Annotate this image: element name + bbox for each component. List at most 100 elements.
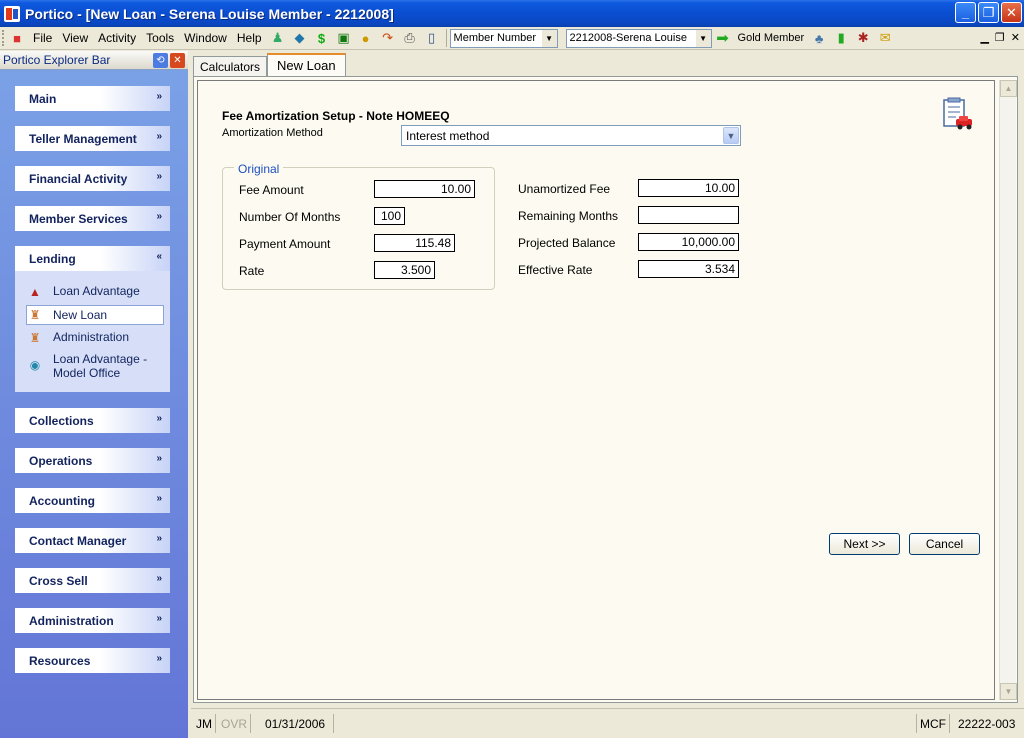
scroll-down-icon[interactable]: ▼ (1000, 683, 1017, 700)
lending-item-loan-advantage[interactable]: ▲ Loan Advantage (27, 284, 140, 302)
rate-field[interactable]: 3.500 (374, 261, 435, 279)
chevron-down-icon[interactable]: » (156, 453, 162, 464)
payment-amount-field[interactable]: 115.48 (374, 234, 455, 252)
chevron-down-icon[interactable]: » (156, 211, 162, 222)
menu-window[interactable]: Window (179, 31, 232, 45)
chevron-down-icon[interactable]: » (156, 533, 162, 544)
chevron-down-icon[interactable]: » (156, 613, 162, 624)
group-label: Administration (29, 613, 114, 628)
remaining-months-field[interactable] (638, 206, 739, 224)
window-title: Portico - [New Loan - Serena Louise Memb… (25, 5, 394, 22)
model-office-line-2: Model Office (53, 366, 121, 380)
alert-icon[interactable]: ✱ (854, 29, 872, 47)
administration-icon: ♜ (29, 331, 41, 345)
lending-panel: ▲ Loan Advantage ♜ New Loan ♜ Administra… (15, 271, 170, 392)
chevron-down-icon[interactable]: ▼ (723, 127, 739, 144)
group-operations[interactable]: Operations » (15, 448, 170, 473)
status-date: 01/31/2006 (257, 714, 335, 733)
bottle-icon[interactable]: ▮ (832, 29, 850, 47)
chevron-up-icon[interactable]: « (156, 251, 162, 262)
redo-arrow-icon[interactable]: ↷ (379, 29, 397, 47)
status-ovr: OVR (218, 714, 252, 733)
tab-calculators[interactable]: Calculators (193, 56, 268, 76)
maximize-button[interactable]: ❐ (978, 2, 999, 23)
group-label: Cross Sell (29, 573, 88, 588)
close-button[interactable]: ✕ (1001, 2, 1022, 23)
chevron-down-icon[interactable]: » (156, 131, 162, 142)
chevron-down-icon[interactable]: » (156, 493, 162, 504)
scroll-up-icon[interactable]: ▲ (1000, 80, 1017, 97)
search-type-combo[interactable]: Member Number ▼ (449, 28, 558, 48)
number-of-months-field[interactable]: 100 (374, 207, 405, 225)
card-icon[interactable]: ◆ (291, 29, 309, 47)
mdi-close-icon[interactable]: ✕ (1011, 31, 1020, 44)
group-financial-activity[interactable]: Financial Activity » (15, 166, 170, 191)
group-cross-sell[interactable]: Cross Sell » (15, 568, 170, 593)
lending-item-label: Loan Advantage - Model Office (53, 352, 147, 380)
menu-bar: ■ File View Activity Tools Window Help ♟… (0, 27, 1024, 50)
chevron-down-icon[interactable]: » (156, 413, 162, 424)
amortization-method-label: Amortization Method (222, 127, 323, 139)
cancel-button[interactable]: Cancel (909, 533, 980, 555)
menu-file[interactable]: File (28, 31, 57, 45)
menu-activity[interactable]: Activity (93, 31, 141, 45)
title-bar: Portico - [New Loan - Serena Louise Memb… (0, 0, 1024, 27)
minimize-button[interactable]: _ (955, 2, 976, 23)
printer-icon[interactable]: ⎙ (401, 29, 419, 47)
form-panel: Fee Amortization Setup - Note HOMEEQ Amo… (197, 80, 995, 700)
chevron-down-icon[interactable]: » (156, 91, 162, 102)
group-lending[interactable]: Lending « (15, 246, 170, 271)
group-contact-manager[interactable]: Contact Manager » (15, 528, 170, 553)
portico-app-icon[interactable] (4, 5, 20, 22)
effective-rate-field[interactable]: 3.534 (638, 260, 739, 278)
group-member-services[interactable]: Member Services » (15, 206, 170, 231)
toolbar-grip[interactable] (2, 30, 6, 46)
chevron-down-icon[interactable]: ▼ (695, 29, 711, 47)
projected-balance-field[interactable]: 10,000.00 (638, 233, 739, 251)
chevron-down-icon[interactable]: » (156, 573, 162, 584)
dollar-icon[interactable]: $ (313, 29, 331, 47)
pin-icon[interactable]: ⟲ (153, 53, 168, 68)
group-resources[interactable]: Resources » (15, 648, 170, 673)
status-mcf: MCF (916, 714, 950, 733)
status-code: 22222-003 (958, 716, 1016, 731)
lending-item-model-office[interactable]: ◉ Loan Advantage - Model Office (27, 352, 147, 384)
group-main[interactable]: Main » (15, 86, 170, 111)
cash-icon[interactable]: ▣ (335, 29, 353, 47)
close-icon[interactable]: ✕ (170, 53, 185, 68)
group-collections[interactable]: Collections » (15, 408, 170, 433)
mdi-minimize-icon[interactable]: ▁ (980, 31, 988, 44)
group-accounting[interactable]: Accounting » (15, 488, 170, 513)
group-administration[interactable]: Administration » (15, 608, 170, 633)
chevron-down-icon[interactable]: » (156, 171, 162, 182)
globe-icon: ◉ (29, 358, 41, 372)
member-select-value: 2212008-Serena Louise (569, 32, 687, 44)
member-select-combo[interactable]: 2212008-Serena Louise ▼ (565, 28, 712, 48)
bag-icon[interactable]: ● (357, 29, 375, 47)
payment-amount-label: Payment Amount (239, 237, 331, 251)
document-icon[interactable]: ▯ (423, 29, 441, 47)
people-icon[interactable]: ♣ (810, 29, 828, 47)
lending-item-label: Loan Advantage (53, 284, 140, 298)
menu-help[interactable]: Help (232, 31, 267, 45)
lending-item-administration[interactable]: ♜ Administration (27, 330, 129, 348)
unamortized-fee-field[interactable]: 10.00 (638, 179, 739, 197)
portico-menu-icon[interactable]: ■ (8, 29, 26, 47)
go-arrow-icon[interactable]: ➡ (714, 29, 732, 47)
lending-item-new-loan[interactable]: ♜ New Loan (26, 305, 164, 325)
chevron-down-icon[interactable]: » (156, 653, 162, 664)
group-teller-management[interactable]: Teller Management » (15, 126, 170, 151)
tab-new-loan[interactable]: New Loan (267, 53, 346, 76)
group-label: Main (29, 91, 57, 106)
next-button[interactable]: Next >> (829, 533, 900, 555)
mdi-restore-icon[interactable]: ❐ (995, 31, 1005, 44)
status-bar: JM OVR 01/31/2006 MCF 22222-003 (191, 708, 1024, 738)
chevron-down-icon[interactable]: ▼ (541, 29, 557, 47)
mail-icon[interactable]: ✉ (876, 29, 894, 47)
members-icon[interactable]: ♟ (269, 29, 287, 47)
menu-tools[interactable]: Tools (141, 31, 179, 45)
vertical-scrollbar[interactable]: ▲ ▼ (999, 80, 1017, 700)
menu-view[interactable]: View (57, 31, 93, 45)
fee-amount-field[interactable]: 10.00 (374, 180, 475, 198)
amortization-method-select[interactable]: Interest method ▼ (401, 125, 741, 146)
